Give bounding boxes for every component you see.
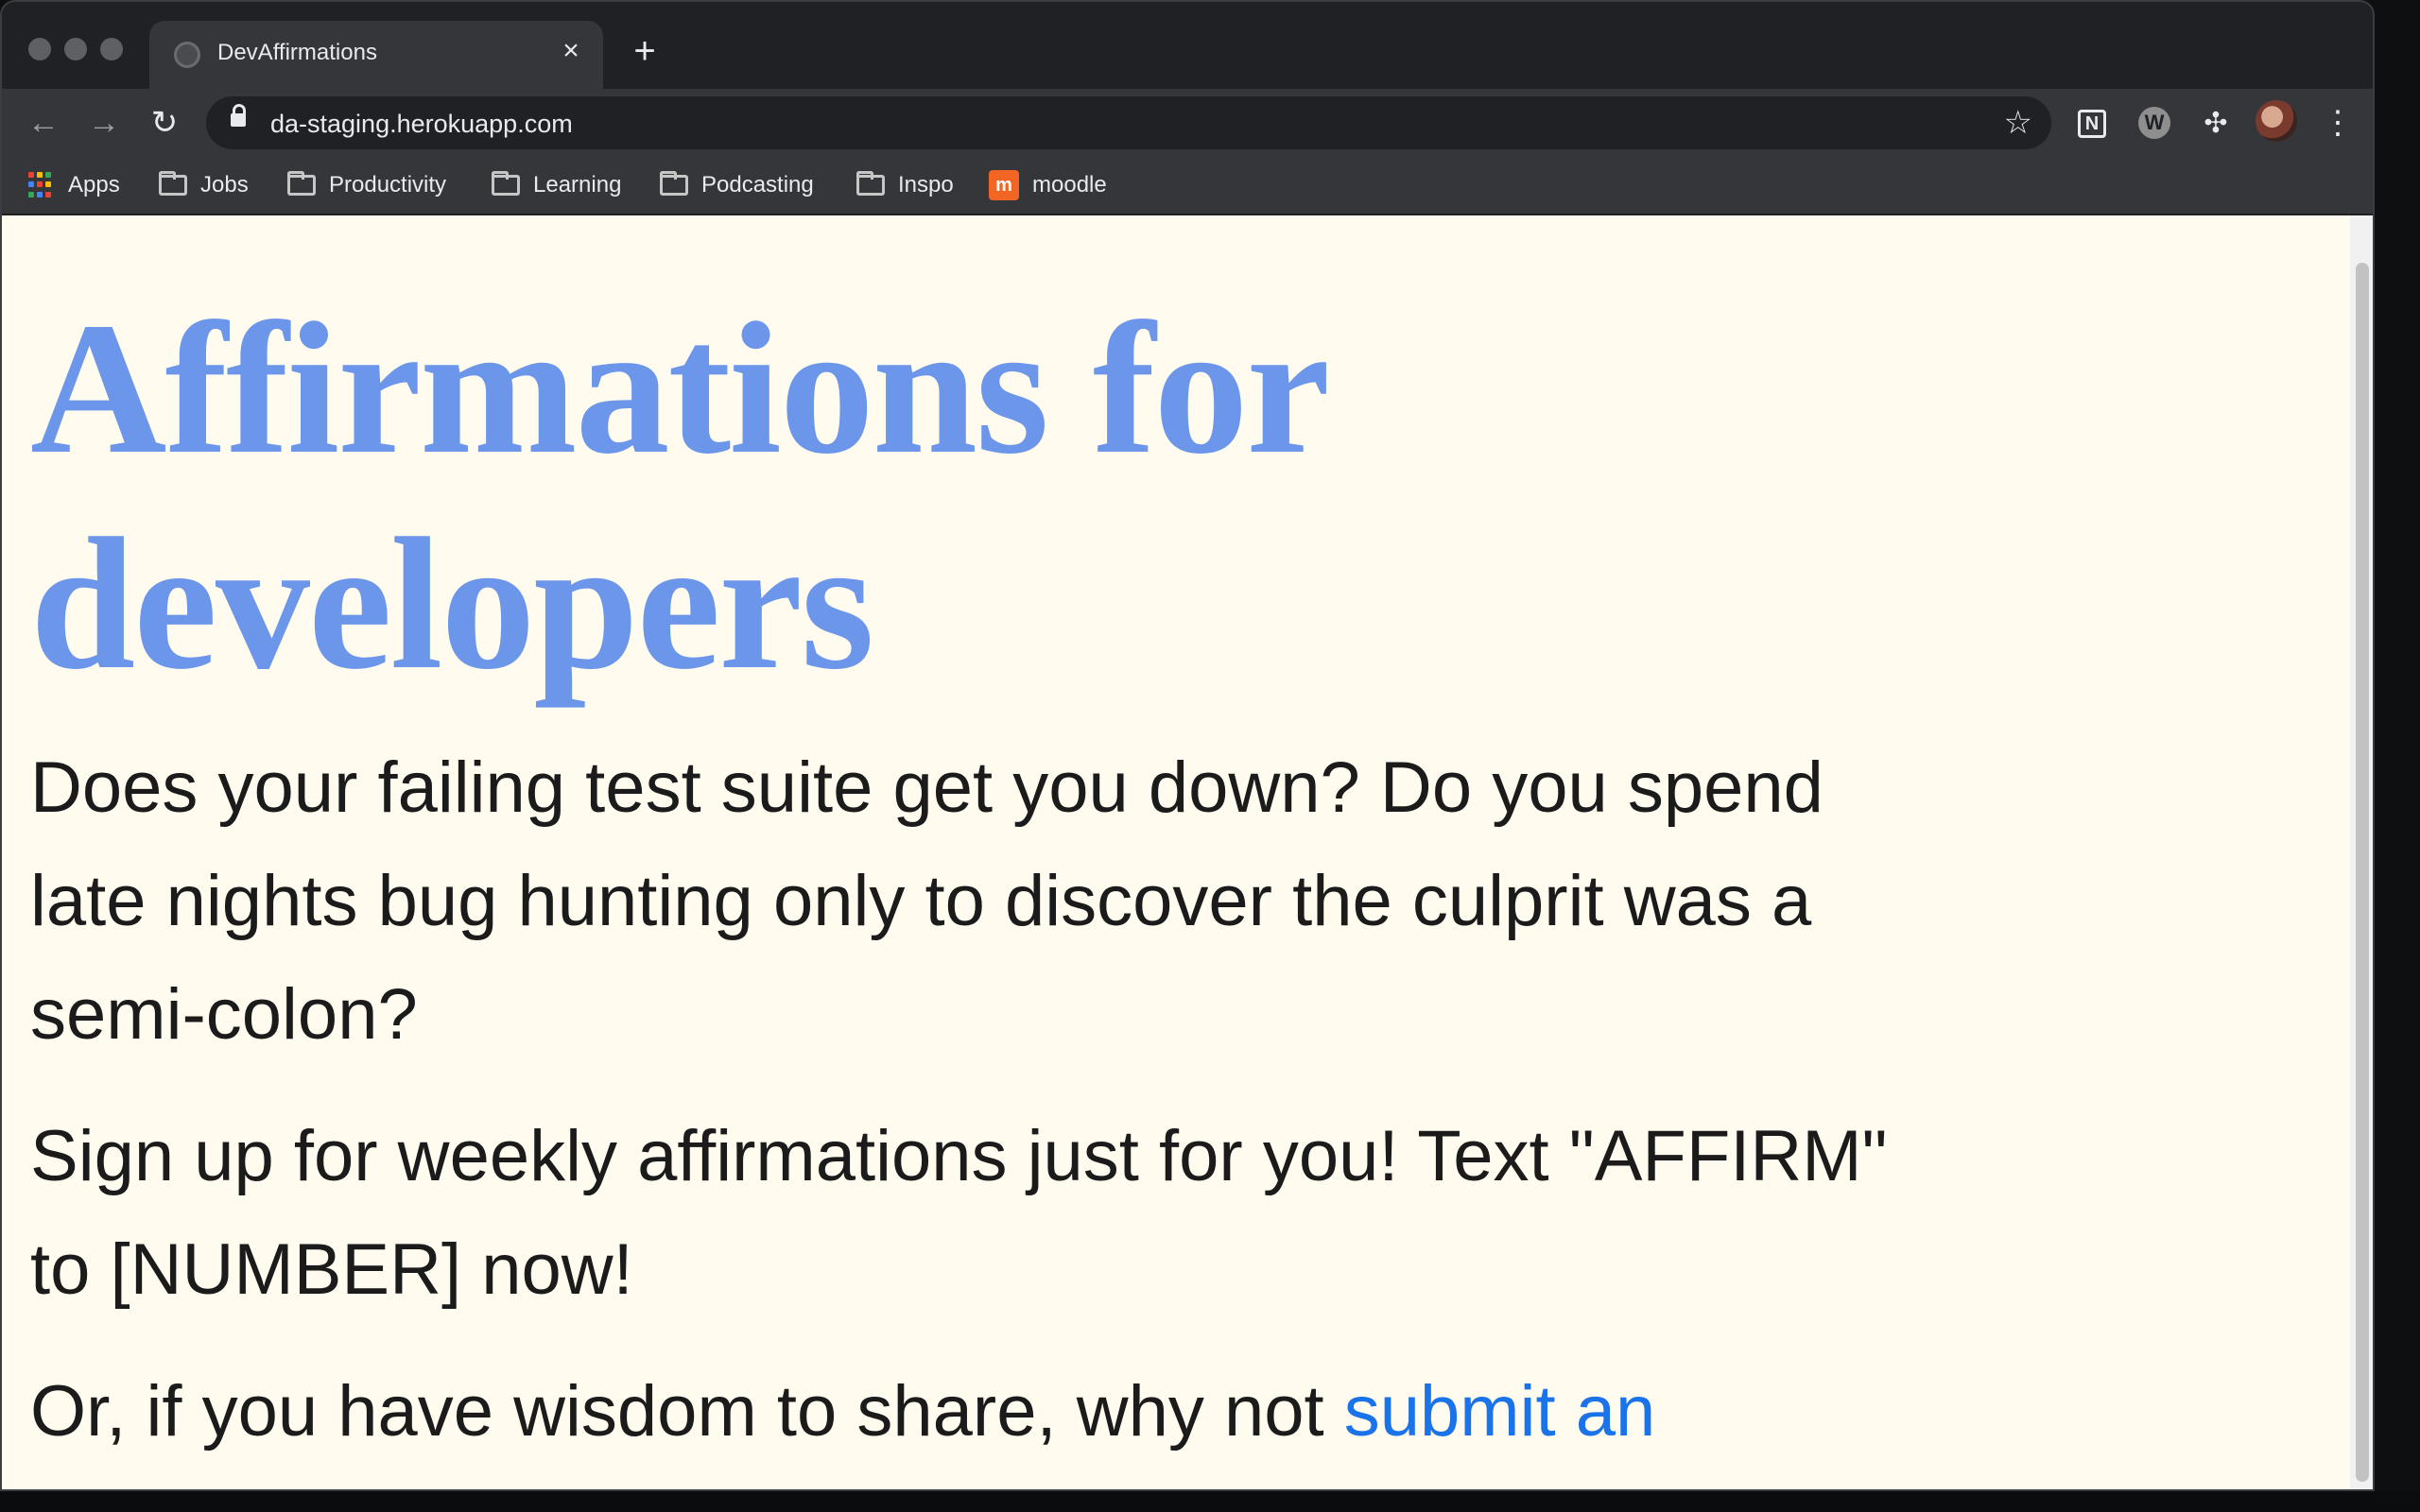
apps-icon	[28, 172, 55, 198]
minimize-window-button[interactable]	[64, 38, 87, 60]
maximize-window-button[interactable]	[100, 38, 123, 60]
browser-menu-icon[interactable]: ⋮	[2322, 102, 2354, 144]
back-button[interactable]: ←	[23, 102, 64, 144]
bookmark-label: Jobs	[200, 172, 249, 198]
bookmarks-bar: Apps Jobs Productivity Learning Podcasti…	[2, 157, 2373, 215]
bookmark-label: moodle	[1032, 172, 1107, 198]
folder-icon	[492, 171, 520, 196]
bookmark-moodle[interactable]: m moodle	[989, 166, 1107, 204]
profile-avatar[interactable]	[2256, 100, 2297, 142]
address-bar[interactable]: da-staging.herokuapp.com ☆	[206, 96, 2051, 149]
folder-icon	[660, 171, 688, 196]
page-title: Affirmations for developers	[30, 284, 1327, 709]
notion-extension-icon[interactable]: N	[2078, 110, 2106, 138]
bookmark-jobs[interactable]: Jobs	[159, 166, 249, 204]
close-icon[interactable]: ×	[554, 34, 588, 68]
bookmark-inspo[interactable]: Inspo	[856, 166, 954, 204]
bookmark-label: Productivity	[329, 172, 447, 198]
bookmark-label: Inspo	[898, 172, 954, 198]
url-text[interactable]: da-staging.herokuapp.com	[270, 110, 573, 139]
bookmark-productivity[interactable]: Productivity	[287, 166, 446, 204]
page-content: Affirmations for developers Does your fa…	[2, 215, 2350, 1489]
main-content: Affirmations for developers Does your fa…	[30, 282, 1921, 1489]
scrollbar-thumb[interactable]	[2356, 263, 2369, 1482]
bookmark-star-icon[interactable]: ☆	[2004, 104, 2032, 142]
w-extension-icon[interactable]: W	[2138, 107, 2170, 139]
bookmark-podcasting[interactable]: Podcasting	[660, 166, 814, 204]
extensions-puzzle-icon[interactable]: ✣	[2197, 104, 2235, 142]
folder-icon	[856, 171, 885, 196]
bookmark-label: Apps	[68, 172, 120, 198]
new-tab-button[interactable]: +	[626, 32, 664, 70]
desktop-background	[0, 1491, 2420, 1512]
toolbar: ← → ↻ da-staging.herokuapp.com ☆ N W ✣ ⋮	[2, 89, 2373, 157]
folder-icon	[287, 171, 316, 196]
share-paragraph: Or, if you have wisdom to share, why not…	[30, 1355, 1921, 1489]
folder-icon	[159, 171, 187, 196]
tab-strip: DevAffirmations × +	[2, 2, 2373, 89]
globe-icon	[174, 42, 200, 68]
signup-paragraph: Sign up for weekly affirmations just for…	[30, 1116, 1888, 1310]
close-window-button[interactable]	[28, 38, 51, 60]
share-suffix: .	[364, 1485, 384, 1489]
forward-button[interactable]: →	[83, 102, 125, 144]
intro-paragraph: Does your failing test suite get you dow…	[30, 747, 1824, 1055]
bookmark-apps[interactable]: Apps	[28, 166, 120, 204]
browser-window: DevAffirmations × + ← → ↻ da-staging.her…	[0, 0, 2375, 1491]
lock-icon	[231, 104, 246, 127]
tab-title: DevAffirmations	[217, 40, 377, 65]
scrollbar[interactable]	[2350, 215, 2373, 1489]
bookmark-label: Podcasting	[701, 172, 814, 198]
bookmark-learning[interactable]: Learning	[492, 166, 621, 204]
tab-devaffirmations[interactable]: DevAffirmations ×	[149, 21, 603, 89]
share-prefix: Or, if you have wisdom to share, why not	[30, 1371, 1344, 1452]
reload-button[interactable]: ↻	[144, 102, 185, 144]
bookmark-label: Learning	[533, 172, 622, 198]
moodle-icon: m	[989, 170, 1019, 200]
